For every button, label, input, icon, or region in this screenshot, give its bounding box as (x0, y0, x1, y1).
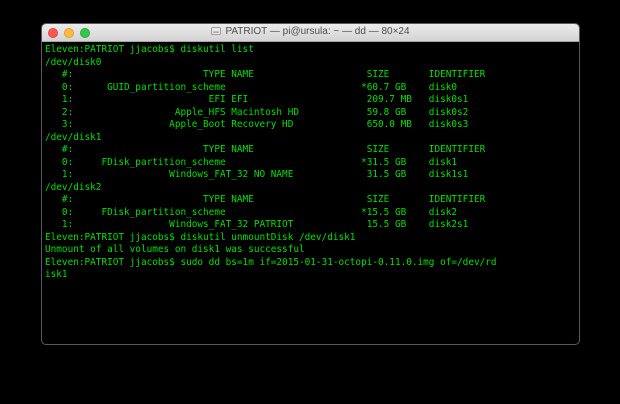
terminal-line: Eleven:PATRIOT jjacobs$ sudo dd bs=1m if… (45, 256, 497, 268)
terminal-line: #: TYPE NAME SIZE IDENTIFIER (45, 69, 486, 80)
terminal-line: Unmount of all volumes on disk1 was succ… (45, 244, 305, 255)
terminal-line: #: TYPE NAME SIZE IDENTIFIER (45, 194, 486, 205)
terminal-line: /dev/disk1 (45, 131, 102, 143)
terminal-line: /dev/disk0 (45, 56, 102, 68)
terminal-output[interactable]: Eleven:PATRIOT jjacobs$ diskutil list/de… (45, 44, 576, 342)
window-title: PATRIOT — pi@ursula: ~ — dd — 80×24 (225, 26, 410, 37)
terminal-line: 0: FDisk_partition_scheme *31.5 GB disk1 (45, 156, 458, 168)
external-drive-icon (211, 27, 222, 35)
terminal-line: Eleven:PATRIOT jjacobs$ diskutil unmount… (45, 231, 356, 243)
terminal-line: #: TYPE NAME SIZE IDENTIFIER (45, 144, 486, 155)
title-bar[interactable]: PATRIOT — pi@ursula: ~ — dd — 80×24 (42, 24, 579, 42)
terminal-line: Eleven:PATRIOT jjacobs$ diskutil list (45, 44, 254, 55)
window-title-area: PATRIOT — pi@ursula: ~ — dd — 80×24 (42, 26, 579, 37)
terminal-line: 2: Apple_HFS Macintosh HD 59.8 GB disk0s… (45, 106, 469, 118)
terminal-line: 1: Windows_FAT_32 PATRIOT 15.5 GB disk2s… (45, 219, 469, 230)
terminal-line: 1: EFI EFI 209.7 MB disk0s1 (45, 94, 469, 105)
terminal-line: isk1 (45, 269, 68, 280)
terminal-window: PATRIOT — pi@ursula: ~ — dd — 80×24 Elev… (41, 23, 580, 345)
terminal-line: 0: FDisk_partition_scheme *15.5 GB disk2 (45, 206, 458, 218)
terminal-line: /dev/disk2 (45, 181, 102, 193)
terminal-line: 1: Windows_FAT_32 NO NAME 31.5 GB disk1s… (45, 169, 469, 180)
terminal-line: 3: Apple_Boot Recovery HD 650.0 MB disk0… (45, 119, 469, 130)
terminal-line: 0: GUID_partition_scheme *60.7 GB disk0 (45, 81, 458, 93)
